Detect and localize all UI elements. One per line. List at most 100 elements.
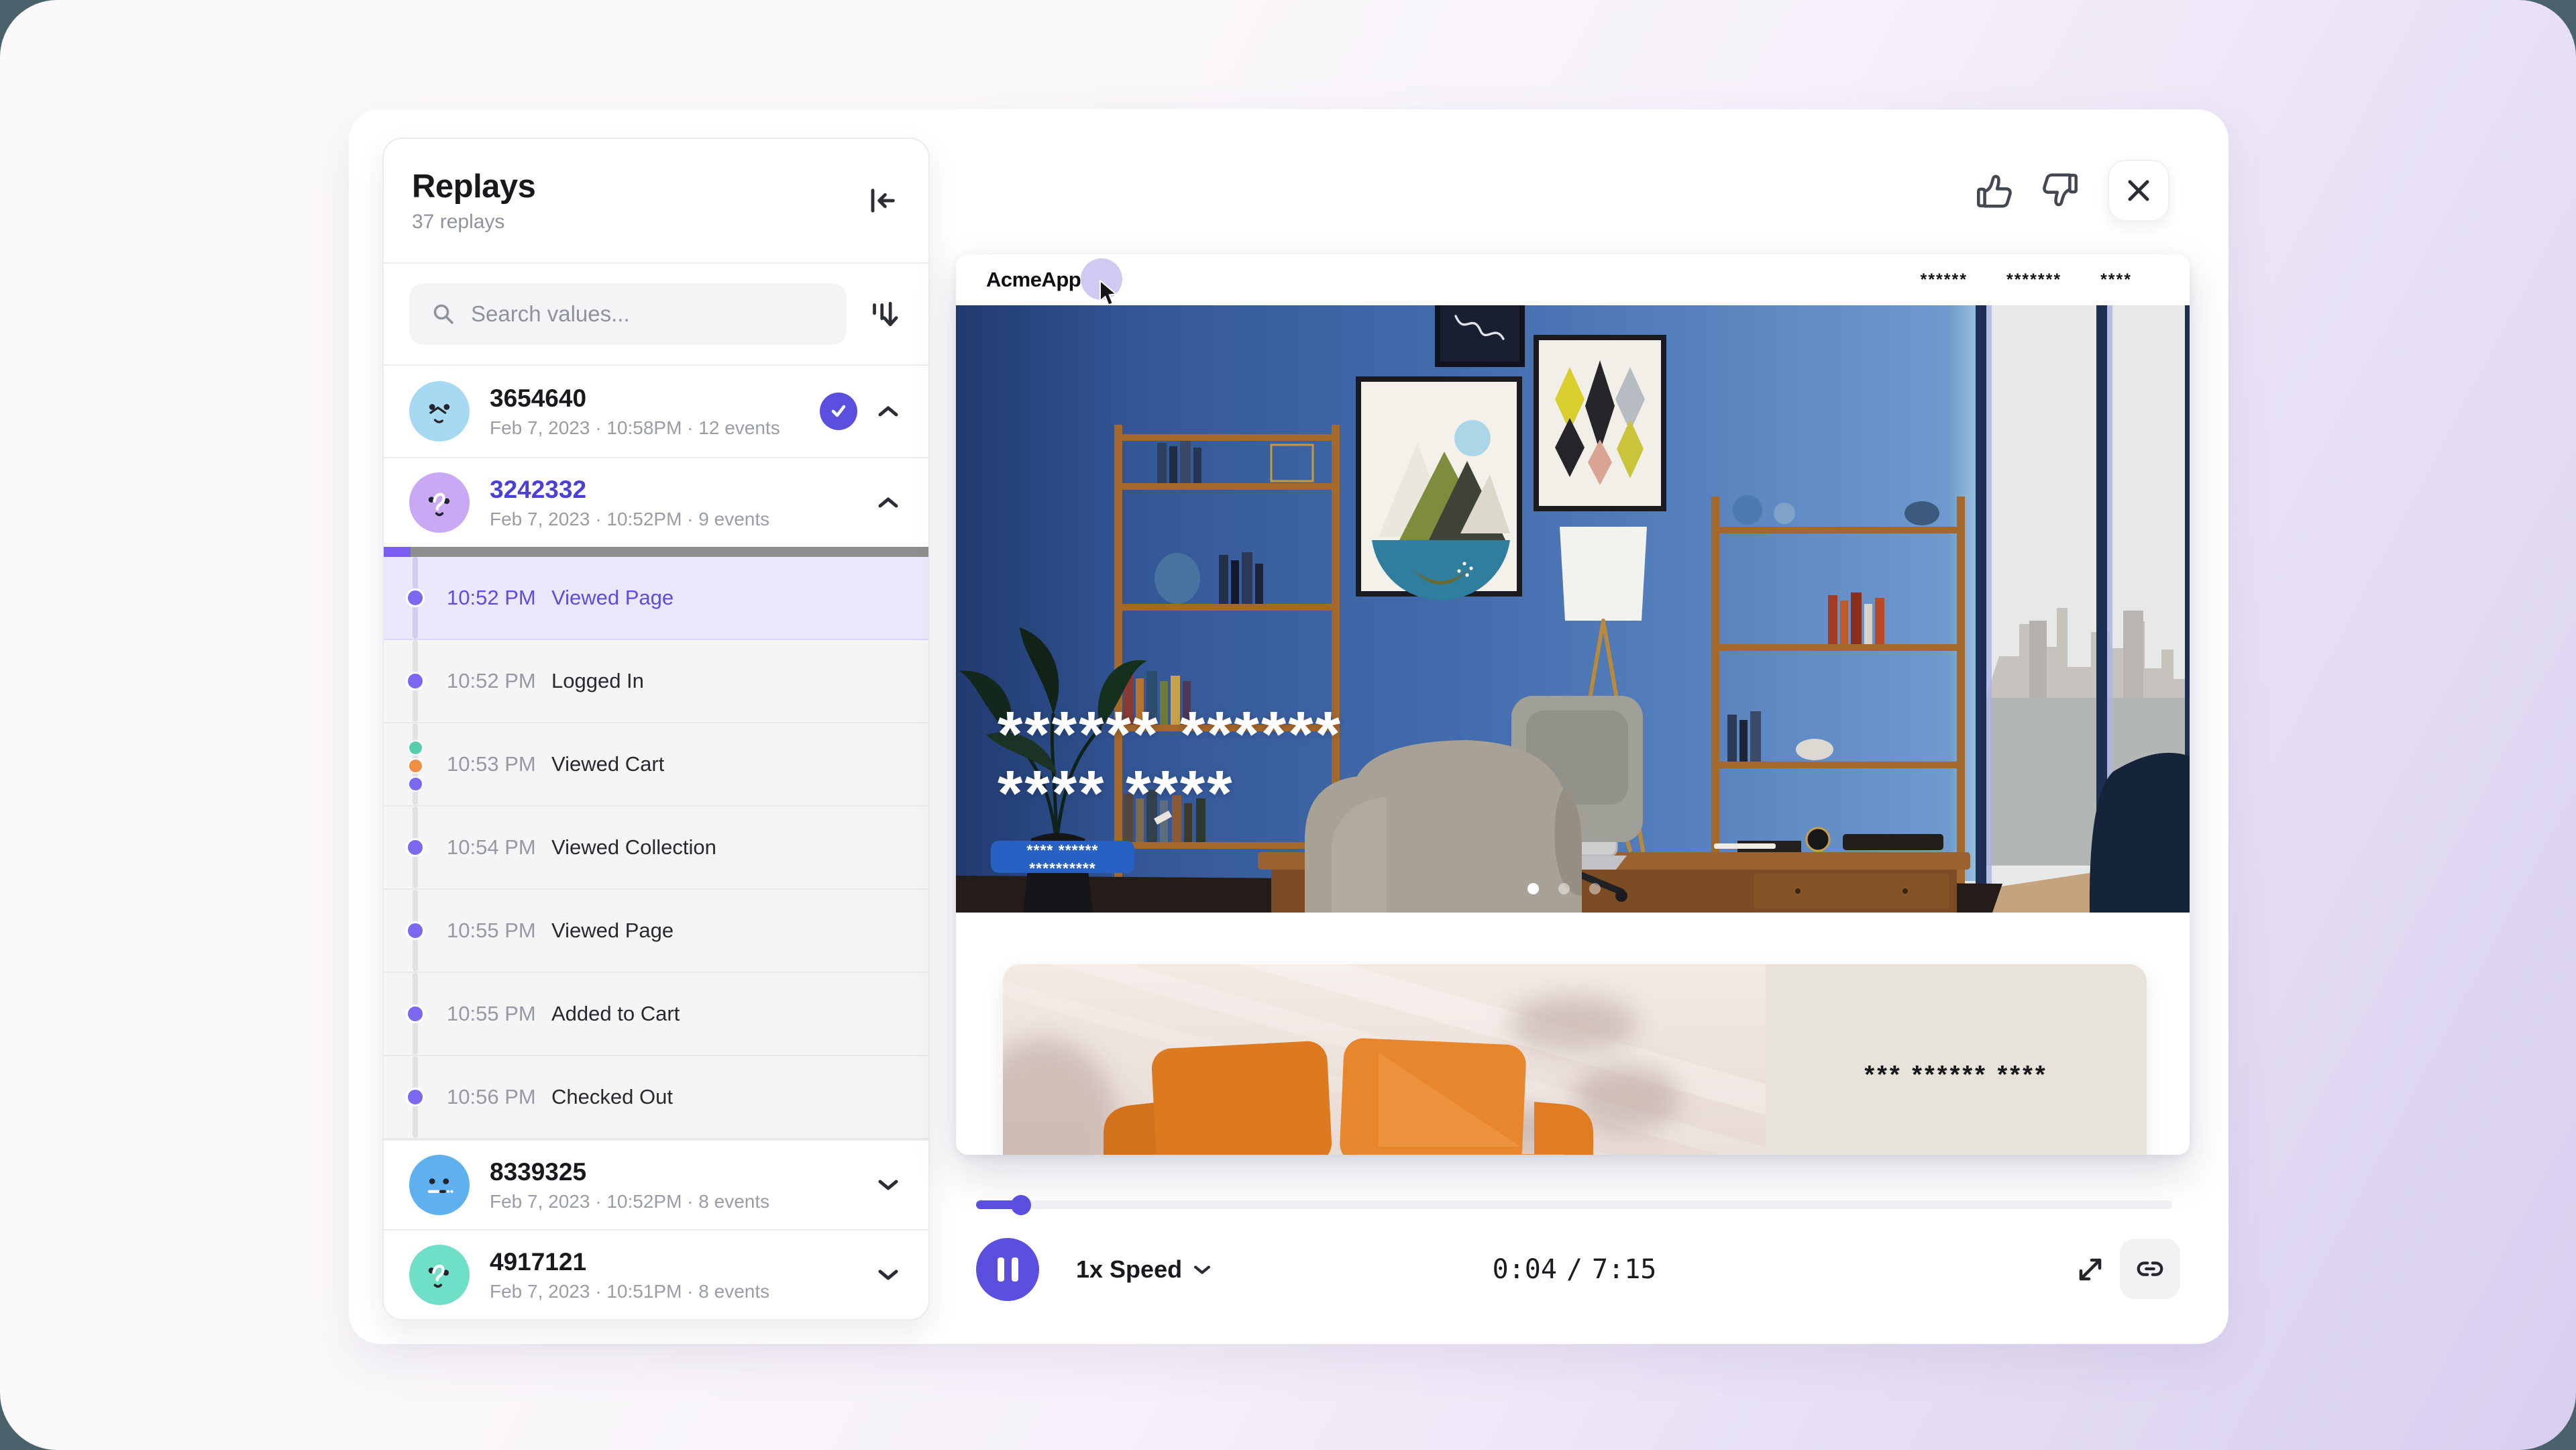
mouse-cursor-icon (1098, 280, 1122, 307)
sidebar-header: Replays 37 replays (384, 139, 928, 264)
session-id: 3654640 (490, 384, 820, 413)
timeline-scrub-handle[interactable] (1011, 1195, 1031, 1215)
session-id: 4917121 (490, 1248, 875, 1276)
product-card[interactable]: *** ****** **** (1003, 964, 2147, 1155)
close-button[interactable] (2108, 160, 2169, 221)
total-duration: 7:15 (1592, 1254, 1656, 1285)
event-dot (406, 588, 425, 607)
playback-speed-button[interactable]: 1x Speed (1072, 1238, 1216, 1301)
session-avatar (409, 472, 470, 533)
masked-hero-subheadline: **** **** (998, 762, 1234, 826)
sort-filter-icon (865, 296, 902, 332)
event-timeline: 10:52 PM Viewed Page 10:52 PM Logged In … (384, 557, 928, 1139)
masked-cta-button[interactable]: **** ****** ********** (991, 841, 1134, 873)
chevron-up-icon[interactable] (875, 398, 902, 425)
session-avatar (409, 1155, 470, 1215)
session-id-active: 3242332 (490, 476, 875, 504)
session-meta: Feb 7, 2023 · 10:52PM · 8 events (490, 1191, 875, 1212)
event-row[interactable]: 10:55 PM Added to Cart (384, 973, 928, 1056)
replays-sidebar: Replays 37 replays Search values... 3654… (382, 138, 930, 1320)
replayed-site-content: *** ****** **** (956, 913, 2190, 1155)
site-logo: AcmeApp (986, 268, 1081, 292)
copy-link-button[interactable] (2120, 1239, 2180, 1299)
search-placeholder: Search values... (471, 301, 630, 327)
masked-nav-item[interactable]: ****** (1921, 270, 1968, 290)
event-dot (406, 1004, 425, 1023)
session-avatar (409, 381, 470, 442)
replay-session-row[interactable]: 8339325 Feb 7, 2023 · 10:52PM · 8 events (384, 1139, 928, 1229)
event-row[interactable]: 10:56 PM Checked Out (384, 1056, 928, 1139)
event-time: 10:54 PM (447, 835, 536, 860)
time-separator: / (1566, 1254, 1582, 1285)
masked-nav-item[interactable]: ******* (2006, 270, 2061, 290)
event-label: Viewed Page (551, 919, 674, 943)
product-photo-sofa (1003, 964, 1766, 1155)
link-icon (2135, 1253, 2165, 1284)
event-time: 10:52 PM (447, 586, 536, 610)
search-input[interactable]: Search values... (409, 283, 847, 345)
session-meta: Feb 7, 2023 · 10:52PM · 9 events (490, 509, 875, 530)
masked-product-text: *** ****** **** (1864, 1061, 2047, 1090)
check-icon (827, 400, 850, 423)
collapse-sidebar-button[interactable] (864, 183, 899, 218)
event-row[interactable]: 10:53 PM Viewed Cart (384, 723, 928, 807)
thumbs-down-icon (2041, 170, 2082, 211)
timeline-scrubber[interactable] (976, 1200, 2172, 1209)
event-dot (406, 672, 425, 690)
chevron-up-icon[interactable] (875, 489, 902, 516)
carousel-dot-active[interactable] (1527, 883, 1539, 894)
event-row[interactable]: 10:55 PM Viewed Page (384, 890, 928, 973)
event-row[interactable]: 10:54 PM Viewed Collection (384, 807, 928, 890)
masked-nav-item[interactable]: **** (2100, 270, 2132, 290)
event-row[interactable]: 10:52 PM Logged In (384, 640, 928, 723)
search-row: Search values... (384, 264, 928, 364)
playback-time: 0:04 / 7:15 (1442, 1238, 1707, 1301)
event-dot (406, 1088, 425, 1106)
event-multi-dots (408, 740, 423, 792)
replay-viewport: AcmeApp ****** ******* **** (956, 254, 2190, 1155)
replay-session-row[interactable]: 3654640 Feb 7, 2023 · 10:58PM · 12 event… (384, 364, 928, 457)
product-card-text-panel: *** ****** **** (1766, 964, 2147, 1155)
session-progress-bar (384, 547, 928, 557)
session-progress-fill (384, 547, 411, 557)
event-dot (406, 921, 425, 940)
event-time: 10:56 PM (447, 1085, 536, 1109)
page-title: Replays (412, 168, 535, 205)
close-icon (2125, 177, 2152, 204)
event-time: 10:55 PM (447, 919, 536, 943)
chevron-down-icon[interactable] (875, 1172, 902, 1198)
current-time: 0:04 (1493, 1254, 1557, 1285)
replay-count: 37 replays (412, 211, 535, 234)
pause-icon (998, 1257, 1004, 1282)
carousel-dots[interactable] (1527, 883, 1601, 894)
hero-banner: ****** ****** **** **** **** ****** ****… (956, 305, 2190, 913)
thumbs-up-button[interactable] (1971, 168, 2015, 213)
event-row-selected[interactable]: 10:52 PM Viewed Page (384, 557, 928, 640)
replayed-site-header: AcmeApp ****** ******* **** (956, 254, 2190, 305)
chevron-down-icon (1193, 1264, 1212, 1276)
event-label: Viewed Collection (551, 835, 716, 860)
sort-filter-button[interactable] (865, 296, 902, 332)
pause-button[interactable] (976, 1238, 1039, 1301)
event-time: 10:53 PM (447, 752, 536, 776)
event-label: Logged In (551, 669, 644, 693)
search-icon (429, 300, 458, 328)
replay-session-row-active[interactable]: 3242332 Feb 7, 2023 · 10:52PM · 9 events (384, 457, 928, 547)
event-dot (406, 838, 425, 857)
replayed-site-nav: ****** ******* **** (1921, 270, 2132, 290)
chevron-down-icon[interactable] (875, 1261, 902, 1288)
thumbs-down-button[interactable] (2039, 168, 2084, 213)
carousel-dot[interactable] (1558, 883, 1570, 894)
session-avatar (409, 1245, 470, 1305)
session-meta: Feb 7, 2023 · 10:58PM · 12 events (490, 417, 820, 439)
replay-feedback-actions (1971, 160, 2169, 221)
speed-label: 1x Speed (1076, 1255, 1182, 1284)
collapse-panel-icon (864, 183, 899, 218)
event-label: Viewed Page (551, 586, 674, 610)
session-id: 8339325 (490, 1158, 875, 1186)
replay-session-row[interactable]: 4917121 Feb 7, 2023 · 10:51PM · 8 events (384, 1229, 928, 1319)
app-background: Replays 37 replays Search values... 3654… (0, 0, 2576, 1450)
event-label: Checked Out (551, 1085, 673, 1109)
carousel-dot[interactable] (1589, 883, 1601, 894)
fullscreen-button[interactable] (2066, 1245, 2114, 1294)
